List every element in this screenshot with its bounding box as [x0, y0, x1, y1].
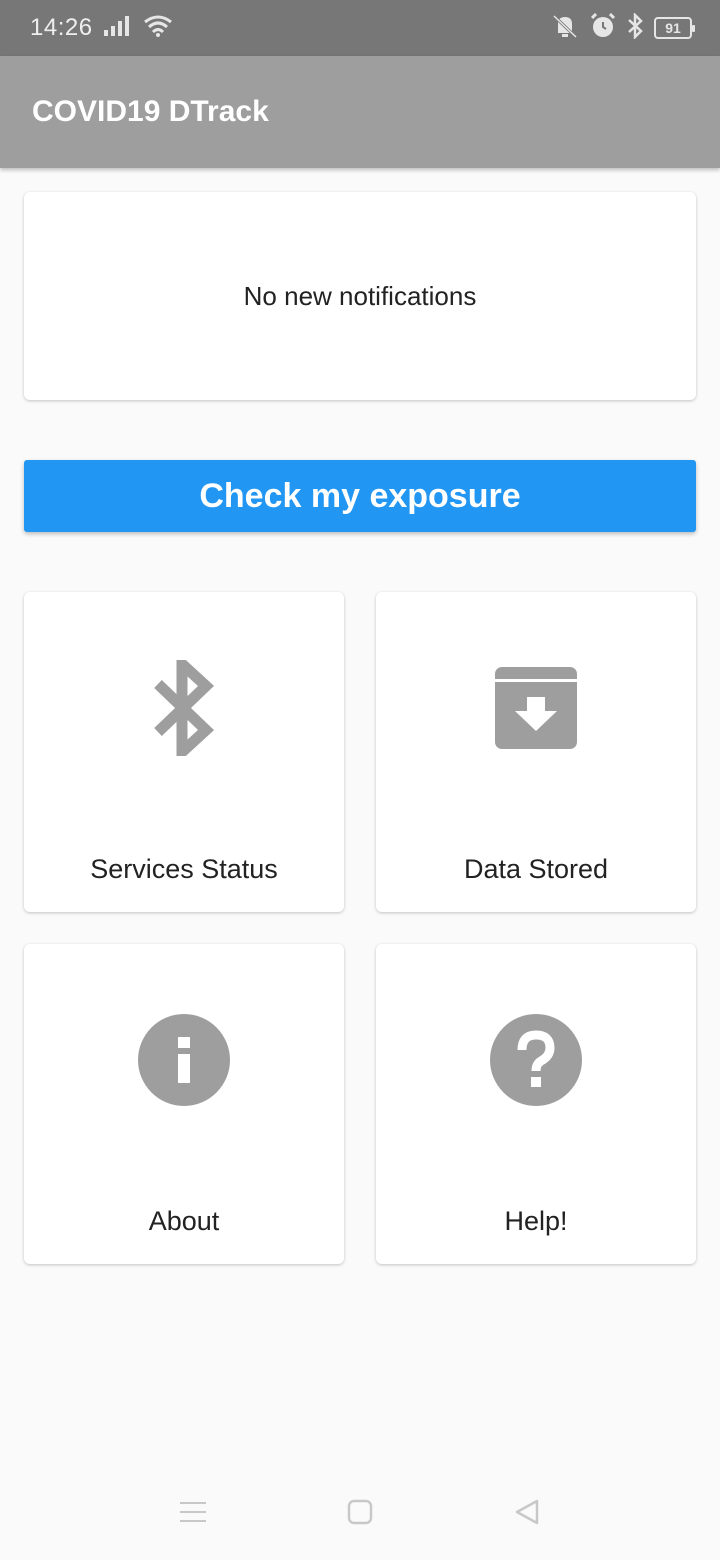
- status-left: 14:26: [30, 14, 173, 43]
- status-time: 14:26: [30, 14, 93, 41]
- signal-icon: [103, 15, 133, 42]
- archive-download-icon: [376, 658, 696, 758]
- data-stored-tile[interactable]: Data Stored: [376, 592, 696, 912]
- alarm-icon: [590, 12, 616, 44]
- info-icon: [24, 1010, 344, 1110]
- battery-level: 91: [665, 20, 681, 36]
- check-exposure-button[interactable]: Check my exposure: [24, 460, 696, 532]
- notifications-card: No new notifications: [24, 192, 696, 400]
- bluetooth-status-icon: [626, 11, 644, 44]
- app-title: COVID19 DTrack: [32, 95, 269, 128]
- bluetooth-icon: [24, 658, 344, 758]
- help-label: Help!: [504, 1206, 568, 1236]
- services-status-label: Services Status: [90, 854, 278, 884]
- app-bar: COVID19 DTrack: [0, 56, 720, 168]
- help-icon: [376, 1010, 696, 1110]
- data-stored-label: Data Stored: [463, 854, 609, 884]
- about-tile[interactable]: About: [24, 944, 344, 1264]
- menu-icon[interactable]: [163, 1482, 223, 1542]
- navigation-bar: [0, 1464, 720, 1560]
- screen: 14:26 91 COVID19 DTrack No new notificat…: [0, 0, 720, 1560]
- vibrate-icon: [550, 13, 580, 44]
- notifications-text: No new notifications: [243, 280, 477, 311]
- wifi-icon: [143, 14, 173, 43]
- back-icon[interactable]: [497, 1482, 557, 1542]
- services-status-tile[interactable]: Services Status: [24, 592, 344, 912]
- status-right: 91: [550, 11, 695, 44]
- status-bar: 14:26 91: [0, 0, 720, 56]
- battery-icon: 91: [654, 17, 695, 39]
- about-label: About: [148, 1206, 220, 1236]
- home-icon[interactable]: [330, 1482, 390, 1542]
- help-tile[interactable]: Help!: [376, 944, 696, 1264]
